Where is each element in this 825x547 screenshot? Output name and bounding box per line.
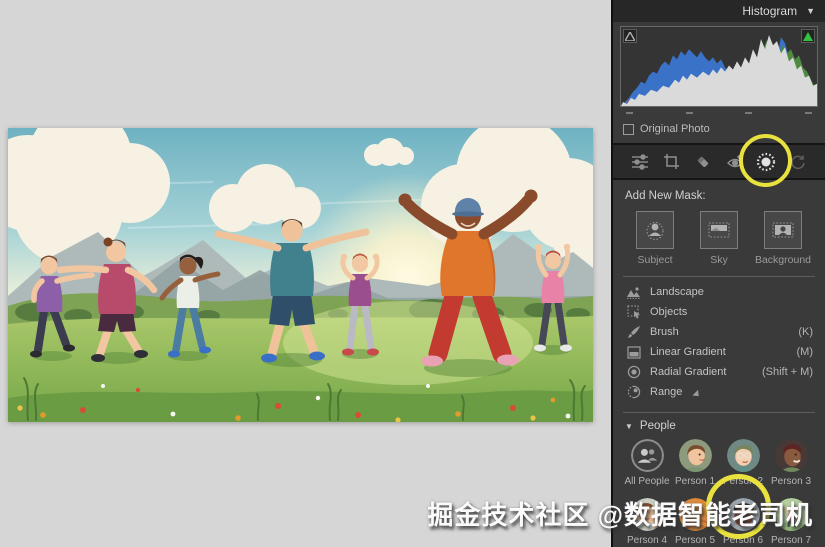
background-mask-button[interactable]: Background bbox=[754, 211, 812, 266]
avatar[interactable] bbox=[774, 498, 808, 531]
person-4[interactable]: Person 4 bbox=[623, 498, 671, 546]
background-mask-label: Background bbox=[754, 254, 812, 266]
person-label: Person 7 bbox=[770, 535, 812, 546]
person-5[interactable]: Person 5 bbox=[671, 498, 719, 546]
person-label: Person 2 bbox=[722, 476, 764, 487]
person-label: Person 1 bbox=[674, 476, 716, 487]
landscape-icon bbox=[626, 286, 641, 299]
divider bbox=[623, 276, 815, 277]
mask-tool-brush[interactable]: Brush (K) bbox=[623, 322, 815, 342]
person-label: All People bbox=[624, 476, 670, 487]
subject-mask-label: Subject bbox=[637, 254, 673, 266]
original-photo-row[interactable]: Original Photo bbox=[620, 118, 818, 143]
sky-mask-button[interactable]: Sky bbox=[690, 211, 748, 266]
lightroom-app: Histogram ▼ Original Photo Add New Mask:… bbox=[0, 0, 825, 547]
healing-icon[interactable] bbox=[689, 148, 717, 176]
avatar[interactable] bbox=[678, 498, 712, 531]
mask-tool-linear-gradient[interactable]: Linear Gradient (M) bbox=[623, 342, 815, 362]
mask-tool-label: Objects bbox=[650, 306, 688, 318]
people-header-label: People bbox=[639, 420, 676, 432]
person-2[interactable]: Person 2 bbox=[719, 439, 767, 487]
subject-mask-icon bbox=[636, 211, 674, 249]
shadow-clipping-indicator[interactable] bbox=[623, 29, 637, 43]
original-photo-label: Original Photo bbox=[640, 123, 710, 135]
masking-icon[interactable] bbox=[752, 148, 780, 176]
mask-tool-label: Landscape bbox=[650, 286, 704, 298]
people-row-1: All People Person 1 Person 2 Person 3 bbox=[623, 439, 815, 487]
person-label: Person 4 bbox=[626, 535, 668, 546]
photo-canvas bbox=[0, 0, 611, 547]
avatar[interactable] bbox=[630, 498, 664, 531]
background-mask-icon bbox=[764, 211, 802, 249]
divider bbox=[623, 412, 815, 413]
mask-tool-landscape[interactable]: Landscape bbox=[623, 282, 815, 302]
mask-tool-objects[interactable]: Objects bbox=[623, 302, 815, 322]
histogram-section: Original Photo bbox=[613, 22, 825, 143]
shortcut-label: (Shift + M) bbox=[761, 366, 813, 378]
presets-icon[interactable] bbox=[784, 148, 812, 176]
objects-icon bbox=[626, 305, 641, 319]
tool-strip bbox=[613, 143, 825, 180]
people-row-2: Person 4 Person 5 Person 6 Person 7 bbox=[623, 498, 815, 546]
highlight-clipping-indicator[interactable] bbox=[801, 29, 815, 43]
mask-tool-label: Range bbox=[650, 386, 683, 398]
histogram-graph bbox=[621, 35, 817, 106]
person-label: Person 3 bbox=[770, 476, 812, 487]
quick-mask-row: Subject Sky Background bbox=[623, 211, 815, 266]
right-panel: Histogram ▼ Original Photo Add New Mask:… bbox=[611, 0, 825, 547]
sky-mask-icon bbox=[700, 211, 738, 249]
person-6[interactable]: Person 6 bbox=[719, 498, 767, 546]
panel-title: Histogram bbox=[742, 4, 798, 18]
shortcut-label: (K) bbox=[798, 326, 813, 338]
collapse-triangle-icon[interactable]: ▼ bbox=[625, 422, 633, 431]
radial-gradient-icon bbox=[626, 365, 641, 379]
histogram-panel-header[interactable]: Histogram ▼ bbox=[613, 0, 825, 22]
red-eye-icon[interactable] bbox=[721, 148, 749, 176]
brush-icon bbox=[626, 325, 641, 339]
avatar[interactable] bbox=[726, 498, 760, 531]
masking-panel: Add New Mask: Subject Sky Background Lan… bbox=[613, 180, 825, 546]
person-1[interactable]: Person 1 bbox=[671, 439, 719, 487]
mask-tool-range[interactable]: Range bbox=[623, 382, 815, 402]
avatar[interactable] bbox=[726, 439, 760, 472]
mask-tool-radial-gradient[interactable]: Radial Gradient (Shift + M) bbox=[623, 362, 815, 382]
mask-tool-label: Radial Gradient bbox=[650, 366, 727, 378]
avatar[interactable] bbox=[774, 439, 808, 472]
person-label: Person 6 bbox=[722, 535, 764, 546]
photo[interactable] bbox=[8, 128, 593, 422]
avatar[interactable] bbox=[630, 439, 664, 472]
subject-mask-button[interactable]: Subject bbox=[626, 211, 684, 266]
linear-gradient-icon bbox=[626, 345, 641, 359]
mask-tool-label: Brush bbox=[650, 326, 679, 338]
add-new-mask-label: Add New Mask: bbox=[625, 190, 706, 202]
collapse-triangle-icon[interactable]: ▼ bbox=[806, 6, 815, 16]
person-7[interactable]: Person 7 bbox=[767, 498, 815, 546]
person-3[interactable]: Person 3 bbox=[767, 439, 815, 487]
shortcut-label: (M) bbox=[796, 346, 814, 358]
person-label: Person 5 bbox=[674, 535, 716, 546]
original-photo-checkbox[interactable] bbox=[623, 123, 634, 135]
edit-sliders-icon[interactable] bbox=[626, 148, 654, 176]
histogram-canvas[interactable] bbox=[620, 26, 818, 107]
range-icon bbox=[626, 385, 641, 399]
person-all-people[interactable]: All People bbox=[623, 439, 671, 487]
submenu-triangle-icon bbox=[692, 389, 703, 400]
mask-tool-label: Linear Gradient bbox=[650, 346, 726, 358]
people-section-header[interactable]: ▼ People bbox=[625, 420, 815, 432]
avatar[interactable] bbox=[678, 439, 712, 472]
sky-mask-label: Sky bbox=[710, 254, 728, 266]
photo-illustration bbox=[8, 128, 593, 422]
crop-icon[interactable] bbox=[658, 148, 686, 176]
